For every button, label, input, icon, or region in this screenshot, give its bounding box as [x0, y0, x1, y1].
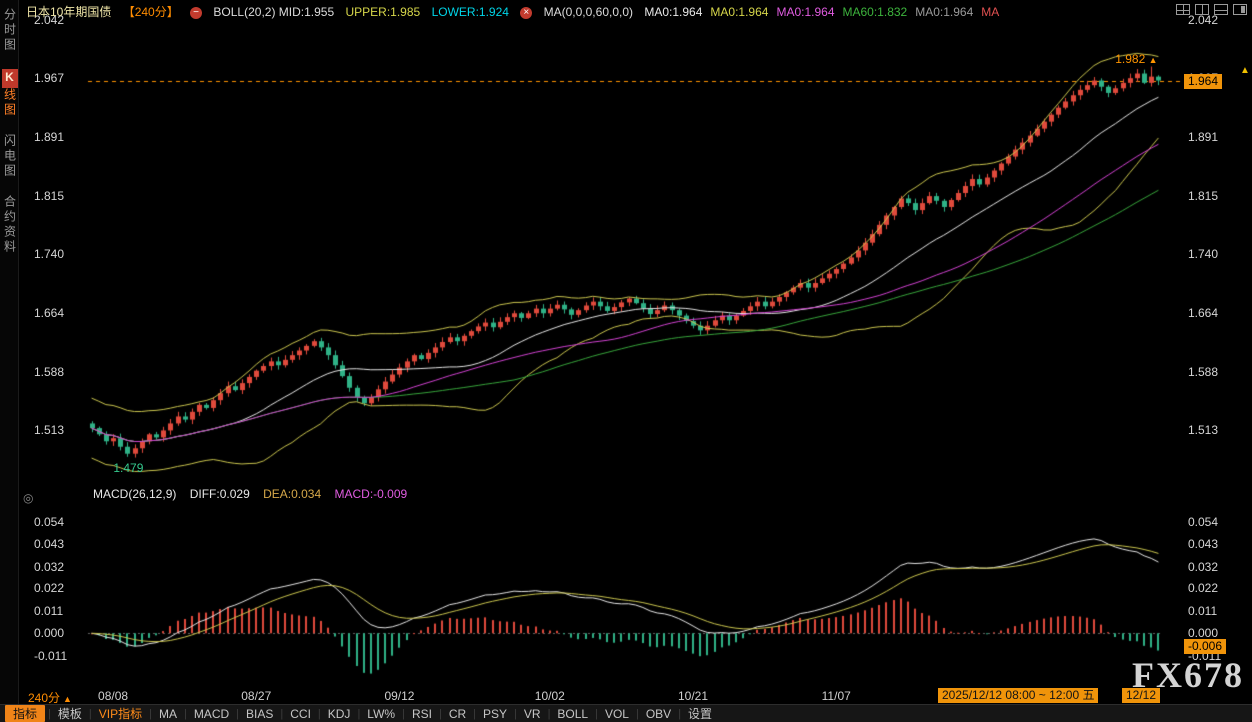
price-axis-marker-icon: ▲: [1240, 65, 1250, 76]
toolbar-tab-CCI[interactable]: CCI: [283, 707, 318, 721]
x-axis-tick: 08/08: [98, 689, 128, 703]
period-badge: 【240分】: [123, 3, 179, 20]
instrument-title: 日本10年期国债: [26, 3, 111, 20]
x-axis-tick: 11/07: [822, 689, 851, 703]
toolbar-tab-模板[interactable]: 模板: [51, 705, 89, 722]
sidebar-item-lightning-chart[interactable]: 闪电图: [1, 134, 18, 179]
toolbar-tab-MACD[interactable]: MACD: [187, 707, 236, 721]
toolbar-tab-设置[interactable]: 设置: [681, 705, 719, 722]
macd-header: MACD(26,12,9) DIFF:0.029 DEA:0.034 MACD:…: [93, 487, 417, 501]
sidebar-item-contract-info[interactable]: 合约资料: [1, 195, 18, 255]
up-triangle-icon: ▲: [1149, 55, 1158, 65]
ma-value-4: MA0:1.964: [915, 5, 973, 19]
toolbar-tab-MA[interactable]: MA: [152, 707, 184, 721]
kline-chart-canvas[interactable]: [0, 0, 1252, 722]
toolbar-tab-KDJ[interactable]: KDJ: [321, 707, 358, 721]
period-selector-label: 240分: [28, 691, 60, 705]
indicator-toolbar: 指标|模板|VIP指标|MA|MACD|BIAS|CCI|KDJ|LW%|RSI…: [0, 704, 1252, 722]
vertical-split-icon[interactable]: [1195, 4, 1209, 15]
session-high-label: 1.982 ▲: [1115, 52, 1157, 66]
toolbar-tab-指标[interactable]: 指标: [5, 705, 45, 722]
macd-last-tag: -0.006: [1184, 639, 1226, 654]
x-axis-tick: 09/12: [384, 689, 414, 703]
sidebar-item-kline-chart[interactable]: K线图: [1, 69, 18, 118]
boll-summary: BOLL(20,2) MID:1.955: [213, 5, 334, 19]
window-layout-controls: [1176, 4, 1247, 15]
x-axis-tick: 08/27: [241, 689, 271, 703]
session-high-value: 1.982: [1115, 52, 1145, 66]
visible-range-label: 2025/12/12 08:00 ~ 12:00 五: [938, 688, 1098, 703]
toolbar-tab-BIAS[interactable]: BIAS: [239, 707, 280, 721]
dropdown-triangle-icon: ▲: [63, 694, 72, 704]
toolbar-tab-CR[interactable]: CR: [442, 707, 473, 721]
toolbar-tab-VOL[interactable]: VOL: [598, 707, 636, 721]
indicator-header: 日本10年期国债 【240分】 − BOLL(20,2) MID:1.955 U…: [26, 3, 1007, 17]
ma-value-0: MA0:1.964: [644, 5, 702, 19]
time-axis: 240分▲ 2025/12/12 08:00 ~ 12:00 五 12/12 0…: [0, 687, 1252, 704]
macd-dea-value: DEA:0.034: [263, 487, 321, 501]
x-axis-tick: 10/02: [535, 689, 565, 703]
sidebar-item-label: 线图: [3, 88, 17, 118]
ma-value-2: MA0:1.964: [776, 5, 834, 19]
toolbar-tab-BOLL[interactable]: BOLL: [550, 707, 595, 721]
ma-values: MA0:1.964 MA0:1.964 MA0:1.964 MA60:1.832 MA0…: [644, 5, 1007, 19]
macd-params-label: MACD(26,12,9): [93, 487, 176, 501]
macd-bar-value: MACD:-0.009: [334, 487, 407, 501]
grid-layout-icon[interactable]: [1176, 4, 1190, 15]
ma-value-5: MA: [981, 5, 999, 19]
chart-type-sidebar: 分时图 K线图闪电图合约资料: [0, 0, 19, 722]
sidebar-item-time-chart[interactable]: 分时图: [1, 8, 18, 53]
x-axis-tick: 10/21: [678, 689, 708, 703]
target-icon[interactable]: ◎: [23, 491, 33, 505]
boll-lower-value: LOWER:1.924: [432, 5, 509, 19]
toolbar-tab-RSI[interactable]: RSI: [405, 707, 439, 721]
last-price-tag: 1.964: [1184, 74, 1222, 89]
sidebar-layout-icon[interactable]: [1233, 4, 1247, 15]
current-date-label: 12/12: [1122, 688, 1160, 703]
session-low-label: 1.479: [113, 461, 143, 475]
active-tab-badge: K: [2, 69, 18, 88]
boll-upper-value: UPPER:1.985: [346, 5, 421, 19]
ma-value-3: MA60:1.832: [843, 5, 908, 19]
toolbar-tab-LW%[interactable]: LW%: [360, 707, 402, 721]
ma-summary: MA(0,0,0,60,0,0): [544, 5, 633, 19]
horizontal-split-icon[interactable]: [1214, 4, 1228, 15]
ma-value-1: MA0:1.964: [710, 5, 768, 19]
macd-diff-value: DIFF:0.029: [190, 487, 250, 501]
toolbar-tab-VIP指标[interactable]: VIP指标: [92, 705, 149, 722]
toolbar-tab-OBV[interactable]: OBV: [639, 707, 678, 721]
trading-app-window: 分时图 K线图闪电图合约资料 日本10年期国债 【240分】 − BOLL(20,…: [0, 0, 1252, 722]
toolbar-tab-VR[interactable]: VR: [517, 707, 548, 721]
collapse-circle-icon[interactable]: −: [190, 7, 202, 19]
toolbar-tab-PSY[interactable]: PSY: [476, 707, 514, 721]
